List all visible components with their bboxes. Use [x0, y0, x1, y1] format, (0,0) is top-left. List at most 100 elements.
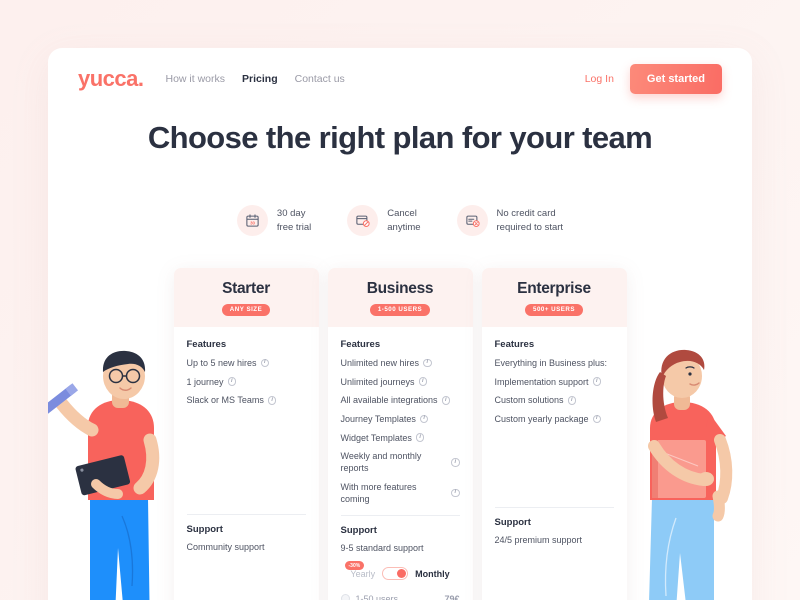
divider: [186, 514, 306, 516]
feature-item: Implementation support i: [495, 376, 614, 388]
feature-text: Unlimited new hires: [340, 358, 420, 368]
divider: [340, 515, 460, 517]
trust-badge-no-credit-card: No credit card required to start: [456, 205, 564, 236]
feature-text: Unlimited journeys: [340, 376, 415, 387]
card-body: Features Up to 5 new hires i 1 journey i…: [174, 327, 319, 552]
trust-badge-cancel-anytime: Cancel anytime: [347, 205, 421, 236]
feature-item: Widget Templates i: [341, 432, 460, 444]
card-header: Starter ANY SIZE: [173, 268, 319, 327]
trust-badge-label: 30 day free trial: [276, 208, 312, 233]
feature-item: Slack or MS Teams i: [187, 394, 306, 406]
feature-text: Widget Templates: [340, 432, 412, 443]
pricing-cards: Starter ANY SIZE Features Up to 5 new hi…: [48, 268, 752, 600]
feature-text: Journey Templates: [340, 413, 416, 424]
feature-text: 1 journey: [186, 376, 224, 387]
plan-size-badge: ANY SIZE: [221, 303, 271, 316]
tier-list: 1-50 users 79€ 51-200 users 199€ 201-500…: [340, 590, 460, 600]
get-started-button[interactable]: Get started: [629, 64, 722, 94]
support-text: Community support: [186, 542, 265, 553]
app-container: yucca. How it works Pricing Contact us L…: [48, 48, 752, 600]
info-icon[interactable]: i: [227, 377, 237, 386]
feature-text: Slack or MS Teams: [186, 395, 264, 406]
features-label: Features: [186, 339, 227, 350]
radio-icon: [340, 594, 350, 600]
trust-badge-label: Cancel anytime: [387, 208, 421, 233]
feature-item: Everything in Business plus:: [495, 357, 614, 369]
nav-item-pricing[interactable]: Pricing: [242, 73, 278, 85]
support-text: 24/5 premium support: [494, 535, 583, 546]
info-icon[interactable]: i: [419, 414, 429, 424]
feature-text: Everything in Business plus:: [494, 358, 608, 368]
plan-size-badge: 1-500 USERS: [369, 303, 431, 316]
card-header: Enterprise 500+ USERS: [481, 268, 627, 327]
pricing-card-business: Business 1-500 USERS Features Unlimited …: [327, 268, 473, 600]
feature-item: Up to 5 new hires i: [187, 357, 306, 369]
login-link[interactable]: Log In: [585, 73, 614, 85]
feature-text: Custom yearly package: [494, 413, 589, 424]
info-icon[interactable]: i: [441, 396, 451, 405]
plan-name: Starter: [222, 280, 270, 297]
tier-row[interactable]: 1-50 users 79€: [340, 590, 460, 600]
feature-item: With more features coming i: [341, 481, 460, 505]
no-credit-card-icon: [456, 205, 488, 236]
feature-item: Journey Templates i: [341, 413, 460, 425]
billing-toggle-row: -30% Yearly Monthly: [341, 561, 460, 581]
feature-text: Weekly and monthly reports: [340, 451, 422, 474]
feature-list: Up to 5 new hires i 1 journey i Slack or…: [187, 357, 306, 406]
feature-text: Custom solutions: [494, 395, 564, 406]
feature-list: Unlimited new hires i Unlimited journeys…: [341, 357, 460, 505]
billing-toggle[interactable]: [382, 567, 409, 581]
info-icon[interactable]: i: [423, 358, 432, 368]
header-actions: Log In Get started: [585, 64, 722, 94]
trust-badge-free-trial: 30 30 day free trial: [236, 205, 312, 236]
plan-name: Business: [366, 280, 434, 297]
info-icon[interactable]: i: [451, 458, 460, 467]
support-label: Support: [494, 517, 531, 529]
discount-badge: -30%: [344, 561, 365, 571]
support-text: 9-5 standard support: [340, 543, 424, 554]
divider: [494, 507, 614, 509]
card-body: Features Everything in Business plus: Im…: [482, 327, 627, 545]
info-icon[interactable]: i: [592, 377, 602, 386]
info-icon[interactable]: i: [260, 358, 270, 368]
info-icon[interactable]: i: [267, 396, 277, 405]
support-label: Support: [186, 524, 223, 536]
support-label: Support: [340, 525, 377, 537]
feature-item: Custom solutions i: [495, 394, 614, 406]
main-nav: How it works Pricing Contact us: [166, 73, 345, 85]
svg-text:30: 30: [250, 220, 255, 225]
billing-option-yearly[interactable]: Yearly: [350, 569, 375, 579]
pricing-card-starter: Starter ANY SIZE Features Up to 5 new hi…: [173, 268, 319, 600]
trust-badge-label: No credit card required to start: [496, 208, 564, 233]
features-label: Features: [340, 339, 381, 350]
info-icon[interactable]: i: [418, 377, 428, 386]
feature-text: All available integrations: [340, 395, 438, 406]
tier-label: 1-50 users: [355, 593, 399, 600]
nav-item-contact-us[interactable]: Contact us: [295, 73, 345, 85]
tier-price: 79€: [444, 593, 460, 600]
pricing-card-enterprise: Enterprise 500+ USERS Features Everythin…: [481, 268, 627, 600]
logo[interactable]: yucca.: [78, 66, 144, 92]
feature-text: With more features coming: [340, 481, 417, 505]
info-icon[interactable]: i: [592, 414, 602, 424]
info-icon[interactable]: i: [567, 396, 577, 405]
info-icon[interactable]: i: [451, 488, 460, 498]
toggle-knob: [397, 569, 407, 579]
nav-item-how-it-works[interactable]: How it works: [166, 73, 226, 85]
plan-size-badge: 500+ USERS: [525, 303, 583, 316]
trust-badges: 30 30 day free trial Cancel anytime No c…: [48, 205, 752, 236]
page-title: Choose the right plan for your team: [147, 120, 653, 155]
feature-list: Everything in Business plus: Implementat…: [495, 357, 614, 425]
cancel-card-icon: [347, 205, 379, 236]
feature-item: Custom yearly package i: [495, 413, 614, 425]
billing-option-monthly[interactable]: Monthly: [415, 569, 450, 579]
features-label: Features: [494, 339, 535, 350]
feature-item: 1 journey i: [187, 376, 306, 388]
feature-text: Implementation support: [494, 376, 589, 387]
feature-item: Unlimited journeys i: [341, 376, 460, 388]
feature-item: Unlimited new hires i: [341, 357, 460, 369]
feature-item: Weekly and monthly reports i: [341, 450, 460, 474]
info-icon[interactable]: i: [415, 433, 425, 442]
site-header: yucca. How it works Pricing Contact us L…: [48, 48, 752, 110]
feature-item: All available integrations i: [341, 394, 460, 406]
